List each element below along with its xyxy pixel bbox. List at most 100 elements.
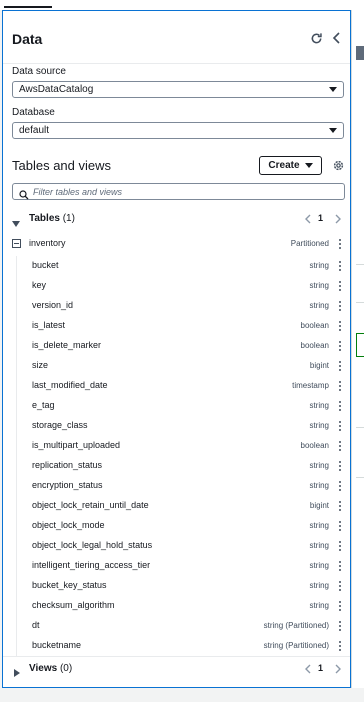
gear-icon[interactable] (329, 156, 347, 174)
kebab-menu-icon[interactable] (336, 259, 344, 273)
kebab-menu-icon[interactable] (336, 559, 344, 573)
column-row[interactable]: bucketname string (Partitioned) (3, 636, 350, 656)
refresh-icon[interactable] (307, 29, 325, 47)
chevron-left-icon[interactable] (302, 661, 314, 677)
column-row[interactable]: bucket string (3, 256, 350, 276)
tables-pagination: 1 (302, 211, 350, 227)
column-row[interactable]: key string (3, 276, 350, 296)
tree-guide-line (16, 596, 17, 616)
column-row[interactable]: is_multipart_uploaded boolean (3, 436, 350, 456)
kebab-menu-icon[interactable] (336, 237, 344, 251)
divider (356, 302, 364, 303)
kebab-menu-icon[interactable] (336, 439, 344, 453)
column-name: replication_status (32, 460, 103, 470)
chevron-right-icon[interactable] (332, 661, 344, 677)
column-type: string (309, 281, 329, 290)
data-source-value: AwsDataCatalog (19, 84, 94, 95)
column-row[interactable]: replication_status string (3, 456, 350, 476)
kebab-menu-icon[interactable] (336, 599, 344, 613)
column-type: string (309, 581, 329, 590)
kebab-menu-icon[interactable] (336, 539, 344, 553)
column-name: dt (32, 620, 40, 630)
kebab-menu-icon[interactable] (336, 639, 344, 653)
column-row[interactable]: is_delete_marker boolean (3, 336, 350, 356)
kebab-menu-icon[interactable] (336, 419, 344, 433)
filter-tables-search[interactable] (12, 183, 345, 200)
views-page-number[interactable]: 1 (318, 663, 323, 673)
column-type: bigint (309, 361, 329, 370)
views-section-header[interactable]: Views (0) 1 (3, 659, 350, 679)
column-name: e_tag (32, 400, 55, 410)
chevron-left-icon[interactable] (328, 29, 346, 47)
column-row[interactable]: dt string (Partitioned) (3, 616, 350, 636)
tree-guide-line (16, 636, 17, 656)
column-name: bucket_key_status (32, 580, 107, 590)
tables-section-header[interactable]: Tables (1) 1 (3, 209, 350, 229)
kebab-menu-icon[interactable] (336, 319, 344, 333)
kebab-menu-icon[interactable] (336, 519, 344, 533)
kebab-menu-icon[interactable] (336, 459, 344, 473)
table-name[interactable]: inventory (29, 238, 66, 248)
caret-right-icon[interactable] (14, 664, 20, 682)
caret-down-icon[interactable] (12, 215, 20, 233)
column-row[interactable]: object_lock_legal_hold_status string (3, 536, 350, 556)
column-name: key (32, 280, 47, 290)
chevron-left-icon[interactable] (302, 211, 314, 227)
column-name: storage_class (32, 420, 88, 430)
tree-guide-line (16, 356, 17, 376)
database-select[interactable]: default (12, 122, 344, 139)
kebab-menu-icon[interactable] (336, 379, 344, 393)
search-input[interactable] (33, 184, 333, 199)
column-name: encryption_status (32, 480, 103, 490)
kebab-menu-icon[interactable] (336, 279, 344, 293)
column-row[interactable]: intelligent_tiering_access_tier string (3, 556, 350, 576)
kebab-menu-icon[interactable] (336, 579, 344, 593)
column-name: is_multipart_uploaded (32, 440, 121, 450)
success-indicator (356, 333, 364, 357)
column-type: string (309, 401, 329, 410)
caret-down-icon (329, 128, 337, 133)
database-label: Database (12, 107, 55, 118)
column-name: object_lock_retain_until_date (32, 500, 149, 510)
table-row-inventory[interactable]: inventory Partitioned (3, 234, 350, 254)
column-row[interactable]: version_id string (3, 296, 350, 316)
column-type: string (309, 301, 329, 310)
kebab-menu-icon[interactable] (336, 359, 344, 373)
column-name: object_lock_mode (32, 520, 105, 530)
tree-guide-line (16, 436, 17, 456)
column-row[interactable]: encryption_status string (3, 476, 350, 496)
column-row[interactable]: storage_class string (3, 416, 350, 436)
divider (356, 477, 364, 478)
column-row[interactable]: checksum_algorithm string (3, 596, 350, 616)
active-tab-indicator (4, 6, 52, 8)
column-row[interactable]: last_modified_date timestamp (3, 376, 350, 396)
column-row[interactable]: e_tag string (3, 396, 350, 416)
divider (356, 427, 364, 428)
column-row[interactable]: object_lock_mode string (3, 516, 350, 536)
column-type: string (309, 421, 329, 430)
kebab-menu-icon[interactable] (336, 619, 344, 633)
scrollbar-thumb[interactable] (356, 46, 364, 60)
tables-and-views-heading: Tables and views (12, 158, 111, 173)
kebab-menu-icon[interactable] (336, 499, 344, 513)
column-type: string (Partitioned) (263, 641, 329, 650)
column-row[interactable]: bucket_key_status string (3, 576, 350, 596)
kebab-menu-icon[interactable] (336, 299, 344, 313)
search-icon (19, 187, 29, 205)
column-row[interactable]: size bigint (3, 356, 350, 376)
collapse-icon[interactable] (12, 239, 21, 248)
column-type: string (309, 261, 329, 270)
chevron-right-icon[interactable] (332, 211, 344, 227)
kebab-menu-icon[interactable] (336, 339, 344, 353)
column-name: last_modified_date (32, 380, 108, 390)
kebab-menu-icon[interactable] (336, 399, 344, 413)
column-type: boolean (300, 441, 329, 450)
column-name: is_latest (32, 320, 66, 330)
column-row[interactable]: is_latest boolean (3, 316, 350, 336)
kebab-menu-icon[interactable] (336, 479, 344, 493)
tables-page-number[interactable]: 1 (318, 213, 323, 223)
create-button[interactable]: Create (259, 156, 322, 175)
column-row[interactable]: object_lock_retain_until_date bigint (3, 496, 350, 516)
divider (356, 264, 364, 265)
data-source-select[interactable]: AwsDataCatalog (12, 81, 344, 98)
